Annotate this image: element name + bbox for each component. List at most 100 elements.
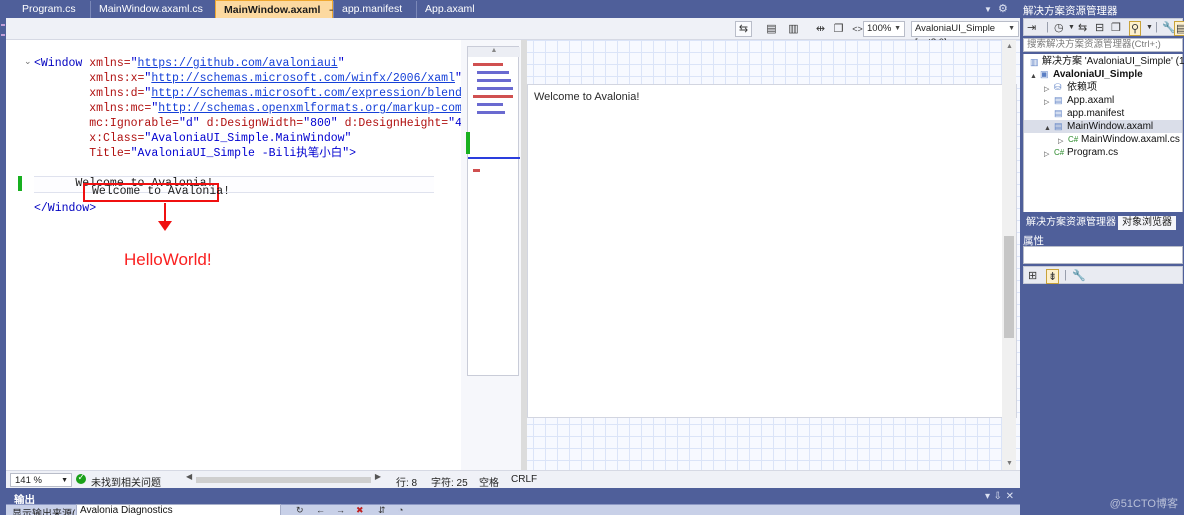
dock-bottom-tabs: 解决方案资源管理器 对象浏览器 (1020, 216, 1184, 230)
chevron-down-icon[interactable]: ▼ (1146, 24, 1153, 31)
status-ok-icon (76, 472, 86, 484)
tree-item--[interactable]: ▷ ⛁ 依赖项 (1024, 81, 1182, 94)
center-align-icon[interactable]: ⇹ (812, 21, 829, 37)
show-all-files-icon[interactable]: ❐ (1111, 21, 1121, 34)
scroll-down-icon[interactable]: ▼ (1006, 460, 1013, 467)
preview-text: Welcome to Avalonia! (534, 91, 640, 103)
minimap-line (473, 95, 513, 98)
solution-explorer-search-input[interactable]: 搜索解决方案资源管理器(Ctrl+;) (1023, 38, 1183, 52)
tree-item-label: MainWindow.axaml (1067, 121, 1154, 132)
gear-icon[interactable]: ⚙ (998, 2, 1008, 15)
help-icon[interactable]: ◔ (398, 505, 403, 515)
preview-window-surface: Welcome to Avalonia! (527, 84, 1017, 418)
tab-app-axaml[interactable]: App.axaml (416, 1, 494, 18)
wrap-text-icon[interactable]: ⇵ (378, 505, 386, 515)
status-message: 未找到相关问题 (91, 478, 161, 489)
tree-item-mainwindow-axaml-cs[interactable]: ▷ C# MainWindow.axaml.cs (1024, 133, 1182, 146)
arrow-left-icon[interactable]: ← (316, 505, 325, 515)
collapse-expander-icon[interactable]: ⌄ (24, 56, 32, 67)
eol-mode: CRLF (511, 474, 538, 485)
refresh-icon[interactable]: ⇆ (1078, 21, 1087, 34)
properties-toolbar: ⊞ ⇟ | 🔧 (1023, 266, 1183, 284)
tab-mainwindow-axaml[interactable]: MainWindow.axaml ⊸ ✕ (215, 0, 353, 18)
horizontal-split-icon[interactable]: ▤ (763, 21, 780, 37)
code-minimap[interactable]: ▲ (466, 46, 520, 376)
xaml-code-editor[interactable]: ⌄ <Window xmlns="https://github.com/aval… (6, 40, 461, 470)
sync-with-active-document-icon[interactable]: ⇥ (1027, 21, 1036, 34)
file-type-icon: C# (1054, 148, 1065, 157)
alphabetical-view-icon[interactable]: ⇟ (1046, 269, 1060, 284)
clear-output-icon[interactable]: ✖ (356, 505, 364, 515)
editor-zoom-select[interactable]: 141 % ▼ (10, 473, 72, 487)
categorized-view-icon[interactable]: ⊞ (1028, 269, 1037, 282)
designer-zoom-select[interactable]: 100% ▼ (863, 21, 905, 37)
toolbar-divider: | (1046, 21, 1049, 33)
target-project-select[interactable]: AvaloniaUI_Simple [net8.0] ▼ (911, 21, 1019, 48)
code-token: <Window (34, 57, 90, 70)
collapsed-twisty-icon[interactable]: ▷ (1044, 148, 1049, 161)
tab-object-browser[interactable]: 对象浏览器 (1118, 216, 1176, 230)
annotation-callout-text: Welcome to Avalonia! (92, 185, 231, 198)
tab-solution-explorer[interactable]: 解决方案资源管理器 (1022, 216, 1120, 230)
code-token: " (455, 72, 461, 85)
scrollbar-thumb[interactable] (196, 477, 371, 483)
tab-label: 解决方案资源管理器 (1026, 217, 1116, 228)
tree-item-label: app.manifest (1067, 108, 1125, 119)
solution-tree[interactable]: ▥ 解决方案 'AvaloniaUI_Simple' (1 个项 ▲▣Avalo… (1023, 54, 1184, 212)
code-token: "800" (303, 117, 338, 130)
editor-zoom-value: 141 % (15, 475, 42, 486)
chevron-down-icon[interactable]: ▼ (984, 5, 992, 14)
properties-object-select[interactable] (1023, 246, 1183, 264)
scroll-up-icon[interactable]: ▲ (1006, 43, 1013, 50)
pending-changes-icon[interactable]: ◷ (1054, 21, 1064, 34)
tree-item-app-manifest[interactable]: ▤ app.manifest (1024, 107, 1182, 120)
xaml-design-preview[interactable]: Welcome to Avalonia! ▲ ▼ (521, 40, 1020, 470)
file-type-icon: ▣ (1040, 69, 1049, 79)
editor-horizontal-scrollbar[interactable]: ◀ ▶ (186, 472, 381, 485)
tree-item-label: App.axaml (1067, 95, 1115, 106)
solution-icon: ▥ (1030, 57, 1039, 67)
tree-item-label: 依赖项 (1067, 82, 1097, 93)
code-line: xmlns:x= "http://schemas.microsoft.com/wi… (34, 71, 461, 86)
tab-app-manifest[interactable]: app.manifest (333, 1, 416, 18)
wrench-icon[interactable]: 🔧 (1072, 269, 1086, 282)
tab-program-cs[interactable]: Program.cs (14, 1, 98, 18)
scroll-right-icon[interactable]: ▶ (375, 472, 381, 481)
chevron-down-icon[interactable]: ▾ (985, 491, 990, 502)
vertical-split-icon[interactable]: ▥ (785, 21, 802, 37)
tree-item-program-cs[interactable]: ▷ C# Program.cs (1024, 146, 1182, 159)
code-token: xmlns:d= (34, 87, 145, 100)
editor-status-bar: 141 % ▼ 未找到相关问题 ◀ ▶ 行: 8 字符: 25 空格 CRLF (6, 470, 1020, 489)
scrollbar-thumb[interactable] (1004, 236, 1014, 338)
solution-root-row[interactable]: ▥ 解决方案 'AvaloniaUI_Simple' (1 个项 (1024, 54, 1184, 68)
swap-panes-icon[interactable]: ⇆ (735, 21, 752, 37)
home-icon[interactable]: ▤ (1174, 21, 1184, 36)
annotation-label: HelloWorld! (124, 250, 212, 269)
tab-mainwindow-axaml-cs[interactable]: MainWindow.axaml.cs (90, 1, 215, 18)
copy-icon[interactable]: ❐ (830, 21, 847, 37)
refresh-icon[interactable]: ↻ (296, 505, 304, 515)
code-token: xmlns:x= (34, 72, 145, 85)
arrow-right-icon[interactable]: → (336, 505, 345, 515)
edge-mark (1, 24, 5, 26)
preview-vertical-scrollbar[interactable]: ▲ ▼ (1002, 40, 1016, 470)
minimap-scroll-up-icon[interactable]: ▲ (468, 47, 520, 57)
document-tab-bar: Program.cs MainWindow.axaml.cs MainWindo… (6, 0, 1020, 18)
collapse-all-icon[interactable]: ⊟ (1095, 21, 1104, 34)
right-dock: 解决方案资源管理器 ⇥ | ◷ ▼ ⇆ ⊟ ❐ ⚲ ▼ | 🔧 ▤ 搜索解决方案… (1020, 0, 1184, 515)
code-token: http://schemas.openxmlformats.org/markup… (158, 102, 461, 115)
scroll-left-icon[interactable]: ◀ (186, 472, 192, 481)
minimap-line (477, 71, 509, 74)
tree-item-avaloniaui-simple[interactable]: ▲ ▣ AvaloniaUI_Simple (1024, 68, 1182, 81)
tree-item-app-axaml[interactable]: ▷ ▤ App.axaml (1024, 94, 1182, 107)
code-token: Title= (34, 147, 131, 160)
chevron-down-icon[interactable]: ▼ (1068, 24, 1075, 31)
close-icon[interactable]: ✕ (1006, 491, 1014, 502)
pin-icon[interactable]: ⇩ (994, 491, 1002, 502)
tree-item-mainwindow-axaml[interactable]: ▲ ▤ MainWindow.axaml (1024, 120, 1182, 133)
properties-toggle-icon[interactable]: ⚲ (1129, 21, 1142, 36)
code-token: "AvaloniaUI_Simple -Bili执笔小白"> (130, 147, 357, 160)
output-source-select[interactable]: Avalonia Diagnostics (76, 504, 281, 515)
